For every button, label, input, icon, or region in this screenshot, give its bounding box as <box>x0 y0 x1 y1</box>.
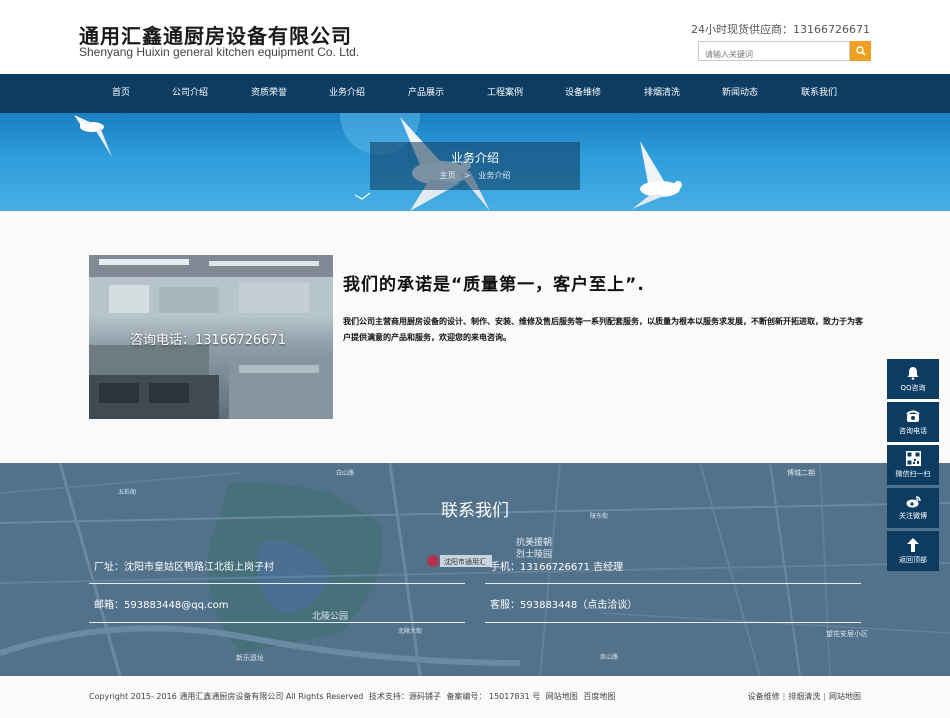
back-to-top-button[interactable]: 返回顶部 <box>887 531 939 571</box>
divider <box>485 622 861 623</box>
nav-item-cases[interactable]: 工程案例 <box>470 74 540 113</box>
map-label-baishan: 白山路 <box>336 469 354 477</box>
contact-address: 厂址：沈阳市皇姑区鸭路江北街上岗子村 <box>94 562 274 573</box>
nav-item-cleaning[interactable]: 排烟清洗 <box>627 74 697 113</box>
divider <box>89 583 465 584</box>
hotline: 24小时现货供应商：13166726671 <box>691 21 870 37</box>
nav-item-business[interactable]: 业务介绍 <box>312 74 382 113</box>
weibo-follow-label: 关注微博 <box>899 512 927 520</box>
footer-link-cleaning[interactable]: 排烟清洗 <box>788 692 820 701</box>
breadcrumb: 主页 > 业务介绍 <box>370 170 580 181</box>
map-label-bocheng: 博城二期 <box>787 468 815 477</box>
contact-service[interactable]: 客服：593883448（点击洽谈） <box>490 596 637 611</box>
banner-title-box: 业务介绍 主页 > 业务介绍 <box>370 142 580 190</box>
phone-consult-button[interactable]: 咨询电话 <box>887 402 939 442</box>
nav-item-contact[interactable]: 联系我们 <box>784 74 854 113</box>
back-to-top-label: 返回顶部 <box>899 555 927 564</box>
contact-phone[interactable]: 手机：13166726671 吉经理 <box>490 558 623 573</box>
copyright-text: Copyright 2015- 2016 通用汇鑫通厨房设备有限公司 All R… <box>89 692 364 701</box>
main-nav: 首页 公司介绍 资质荣誉 业务介绍 产品展示 工程案例 设备维修 排烟清洗 新闻… <box>0 74 950 113</box>
map-label-xinle: 新乐遗址 <box>236 653 264 662</box>
contact-section: 沈阳市通用汇 北陵公园 抗美援朝 烈士陵园 新乐遗址 望花安居小区 博城二期 白… <box>0 463 950 676</box>
nav-item-products[interactable]: 产品展示 <box>391 74 461 113</box>
divider <box>89 622 465 623</box>
icp-number[interactable]: 备案编号： 15017831 号 <box>446 692 540 701</box>
tech-support-link[interactable]: 技术支持：源码铺子 <box>369 692 441 701</box>
phone-icon <box>906 410 920 422</box>
map-label-beiling-park: 北陵公园 <box>312 611 348 622</box>
qrcode-icon <box>905 451 921 466</box>
copyright-line: Copyright 2015- 2016 通用汇鑫通厨房设备有限公司 All R… <box>89 691 618 702</box>
search-icon <box>855 46 866 56</box>
breadcrumb-home[interactable]: 主页 <box>440 171 456 180</box>
breadcrumb-separator: > <box>463 171 471 180</box>
bell-icon <box>907 366 919 380</box>
breadcrumb-current: 业务介绍 <box>478 171 511 180</box>
nav-item-news[interactable]: 新闻动态 <box>705 74 775 113</box>
map-label-wanghua: 望花安居小区 <box>826 629 868 638</box>
nav-item-home[interactable]: 首页 <box>86 74 156 113</box>
hotline-label: 24小时现货供应商： <box>691 23 794 36</box>
contact-email[interactable]: 邮箱：593883448@qq.com <box>94 596 229 611</box>
footer-links: 设备维修 | 排烟清洗 | 网站地图 <box>748 691 861 702</box>
kitchen-photo: 咨询电话：13166726671 <box>89 255 333 419</box>
contact-title: 联系我们 <box>441 501 509 521</box>
qq-consult-button[interactable]: QQ咨询 <box>887 359 939 399</box>
site-header: 通用汇鑫通厨房设备有限公司 Shenyang Huixin general ki… <box>0 0 950 74</box>
photo-phone-caption: 咨询电话：13166726671 <box>130 333 286 348</box>
nav-item-company[interactable]: 公司介绍 <box>155 74 225 113</box>
arrow-up-icon <box>907 537 919 552</box>
wechat-scan-button[interactable]: 微信扫一扫 <box>887 445 939 485</box>
map-label-marker: 沈阳市通用汇 <box>444 557 486 566</box>
floating-toolbar: QQ咨询 咨询电话 微信扫一扫 关注微博 返回顶部 <box>887 359 939 574</box>
search-input[interactable] <box>699 45 849 64</box>
hotline-number: 13166726671 <box>793 23 870 36</box>
wechat-scan-label: 微信扫一扫 <box>895 470 931 478</box>
footer-link-sitemap[interactable]: 网站地图 <box>829 692 861 701</box>
phone-consult-label: 咨询电话 <box>899 426 927 435</box>
nav-item-honors[interactable]: 资质荣誉 <box>234 74 304 113</box>
page-banner: 业务介绍 主页 > 业务介绍 <box>0 113 950 211</box>
page-title: 业务介绍 <box>450 151 499 165</box>
nav-item-repair[interactable]: 设备维修 <box>548 74 618 113</box>
weibo-follow-button[interactable]: 关注微博 <box>887 488 939 528</box>
qq-consult-label: QQ咨询 <box>900 383 926 392</box>
sitemap-link[interactable]: 网站地图 <box>546 692 578 701</box>
link-separator: | <box>823 692 826 701</box>
site-footer: Copyright 2015- 2016 通用汇鑫通厨房设备有限公司 All R… <box>0 676 950 718</box>
link-separator: | <box>782 692 786 701</box>
map-label-beiling-ave: 北陵大街 <box>398 627 422 635</box>
map-label-memorial-1: 抗美援朝 <box>516 536 552 548</box>
weibo-icon <box>906 496 921 508</box>
search-button[interactable] <box>850 41 871 61</box>
business-intro-section: 咨询电话：13166726671 我们的承诺是“质量第一，客户至上”. 我们公司… <box>0 211 950 463</box>
footer-link-repair[interactable]: 设备维修 <box>748 692 780 701</box>
company-name-en: Shenyang Huixin general kitchen equipmen… <box>79 45 360 59</box>
baidu-map-link[interactable]: 百度地图 <box>583 692 615 701</box>
search-field <box>698 41 850 64</box>
promise-headline: 我们的承诺是“质量第一，客户至上”. <box>343 275 645 295</box>
business-description: 我们公司主营商用厨房设备的设计、制作、安装、维修及售后服务等一系列配套服务，以质… <box>343 317 863 342</box>
map-label-wucaige: 五彩阁 <box>118 488 136 496</box>
map-label-chongshan: 崇山路 <box>600 653 618 661</box>
divider <box>485 583 861 584</box>
